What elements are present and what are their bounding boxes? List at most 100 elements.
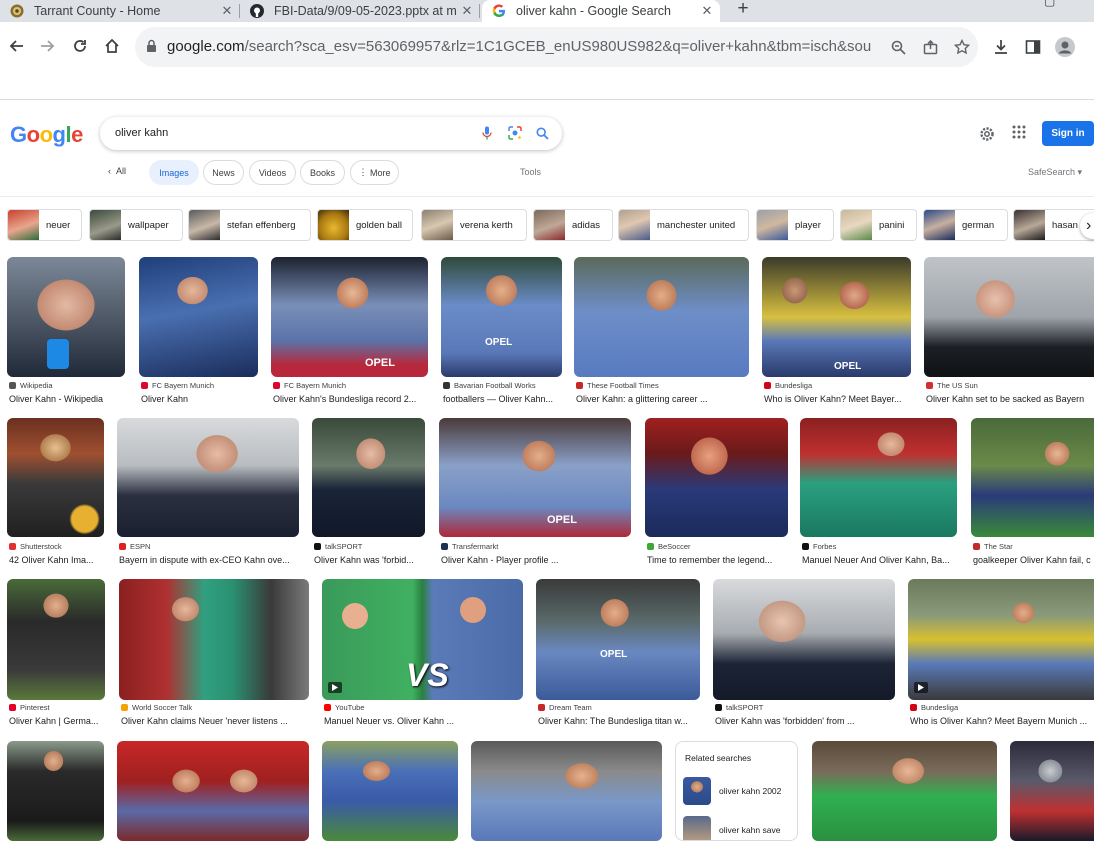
lock-icon[interactable] [146,39,157,58]
result-thumbnail[interactable] [713,579,895,700]
result-title[interactable]: Oliver Kahn [141,394,260,404]
chip-stefan-effenberg[interactable]: stefan effenberg [188,209,311,241]
window-restore-icon[interactable]: ▢ [1044,0,1055,8]
result-source[interactable]: Transfermarkt [441,542,498,551]
result-source[interactable]: Bundesliga [910,703,958,712]
result-title[interactable]: Oliver Kahn: The Bundesliga titan w... [538,716,702,726]
result-thumbnail[interactable] [117,741,309,841]
forward-arrow-icon[interactable] [36,34,60,58]
result-thumbnail[interactable] [322,741,458,841]
result-source[interactable]: ESPN [119,542,150,551]
filter-videos[interactable]: Videos [249,160,296,185]
result-title[interactable]: Manuel Neuer And Oliver Kahn, Ba... [802,555,959,565]
result-thumbnail[interactable] [471,741,662,841]
search-icon[interactable] [534,125,550,141]
result-title[interactable]: Oliver Kahn - Wikipedia [9,394,127,404]
result-thumbnail[interactable] [7,257,125,377]
result-thumbnail[interactable] [908,579,1094,700]
new-tab-icon[interactable]: + [733,0,753,20]
result-title[interactable]: Oliver Kahn was 'forbid... [314,555,427,565]
result-source[interactable]: The Star [973,542,1013,551]
filter-images[interactable]: Images [149,160,199,185]
result-thumbnail[interactable] [574,257,749,377]
result-title[interactable]: Oliver Kahn - Player profile ... [441,555,633,565]
result-source[interactable]: Bundesliga [764,381,812,390]
result-source[interactable]: These Football Times [576,381,659,390]
result-title[interactable]: Who is Oliver Kahn? Meet Bayer... [764,394,913,404]
close-tab-icon[interactable]: ✕ [458,3,476,19]
settings-gear-icon[interactable] [978,125,996,143]
related-search-item[interactable]: oliver kahn save [683,816,780,840]
result-thumbnail[interactable] [7,418,104,537]
result-source[interactable]: Pinterest [9,703,50,712]
voice-search-icon[interactable] [479,125,495,141]
tab-github[interactable]: FBI-Data/9/09-05-2023.pptx at m ✕ [240,0,480,22]
result-source[interactable]: Wikipedia [9,381,53,390]
result-title[interactable]: Oliver Kahn was 'forbidden' from ... [715,716,897,726]
result-title[interactable]: Oliver Kahn claims Neuer 'never listens … [121,716,311,726]
safesearch-button[interactable]: SafeSearch ▾ [1028,167,1082,178]
tab-google-search[interactable]: oliver kahn - Google Search ✕ [482,0,720,22]
address-bar[interactable]: google.com/search?sca_esv=563069957&rlz=… [135,27,978,67]
result-thumbnail[interactable] [139,257,258,377]
search-box[interactable]: oliver kahn [100,117,562,150]
result-source[interactable]: Forbes [802,542,836,551]
google-apps-icon[interactable] [1012,125,1030,143]
result-title[interactable]: Oliver Kahn | Germa... [9,716,107,726]
result-thumbnail[interactable]: OPEL [271,257,428,377]
result-thumbnail[interactable] [645,418,788,537]
bookmark-star-icon[interactable] [951,36,973,58]
result-thumbnail[interactable] [924,257,1094,377]
result-title[interactable]: Oliver Kahn's Bundesliga record 2... [273,394,430,404]
close-tab-icon[interactable]: ✕ [698,3,716,19]
result-thumbnail[interactable] [800,418,957,537]
chip-panini[interactable]: panini [840,209,917,241]
tools-button[interactable]: Tools [520,167,541,177]
result-thumbnail[interactable] [119,579,309,700]
google-logo[interactable]: Google [10,122,83,148]
result-source[interactable]: Bavarian Football Works [443,381,536,390]
search-input[interactable]: oliver kahn [115,127,168,139]
result-title[interactable]: goalkeeper Oliver Kahn fail, c [973,555,1094,565]
lens-search-icon[interactable] [507,125,523,141]
result-thumbnail[interactable]: VS [322,579,523,700]
filter-all[interactable]: ‹ All [108,166,126,176]
result-source[interactable]: talkSPORT [715,703,763,712]
result-thumbnail[interactable] [971,418,1094,537]
result-source[interactable]: FC Bayern Munich [141,381,214,390]
result-thumbnail[interactable] [7,579,105,700]
result-thumbnail[interactable]: OPEL [439,418,631,537]
result-title[interactable]: Bayern in dispute with ex-CEO Kahn ove..… [119,555,301,565]
result-source[interactable]: Shutterstock [9,542,62,551]
result-source[interactable]: talkSPORT [314,542,362,551]
chip-golden-ball[interactable]: golden ball [317,209,413,241]
chip-neuer[interactable]: neuer [7,209,82,241]
reload-icon[interactable] [68,34,92,58]
result-title[interactable]: Time to remember the legend... [647,555,790,565]
result-thumbnail[interactable] [1010,741,1094,841]
result-thumbnail[interactable]: OPEL [536,579,700,700]
chip-german[interactable]: german [923,209,1008,241]
profile-avatar-icon[interactable] [1054,36,1076,58]
close-tab-icon[interactable]: ✕ [218,3,236,19]
filter-more[interactable]: ⋮ More [350,160,399,185]
result-source[interactable]: FC Bayern Munich [273,381,346,390]
filter-books[interactable]: Books [300,160,345,185]
tab-tarrant-county[interactable]: Tarrant County - Home ✕ [0,0,240,22]
result-thumbnail[interactable] [117,418,299,537]
chip-wallpaper[interactable]: wallpaper [89,209,183,241]
result-title[interactable]: Who is Oliver Kahn? Meet Bayern Munich .… [910,716,1094,726]
result-title[interactable]: Manuel Neuer vs. Oliver Kahn ... [324,716,525,726]
result-thumbnail[interactable]: OPEL [441,257,562,377]
result-title[interactable]: footballers — Oliver Kahn... [443,394,564,404]
home-icon[interactable] [100,34,124,58]
result-source[interactable]: The US Sun [926,381,978,390]
side-panel-icon[interactable] [1022,36,1044,58]
result-source[interactable]: World Soccer Talk [121,703,192,712]
zoom-icon[interactable] [887,36,909,58]
sign-in-button[interactable]: Sign in [1042,121,1094,146]
chip-verena-kerth[interactable]: verena kerth [421,209,527,241]
result-thumbnail[interactable]: OPEL [762,257,911,377]
result-title[interactable]: 42 Oliver Kahn Ima... [9,555,106,565]
chip-manchester-united[interactable]: manchester united [618,209,749,241]
